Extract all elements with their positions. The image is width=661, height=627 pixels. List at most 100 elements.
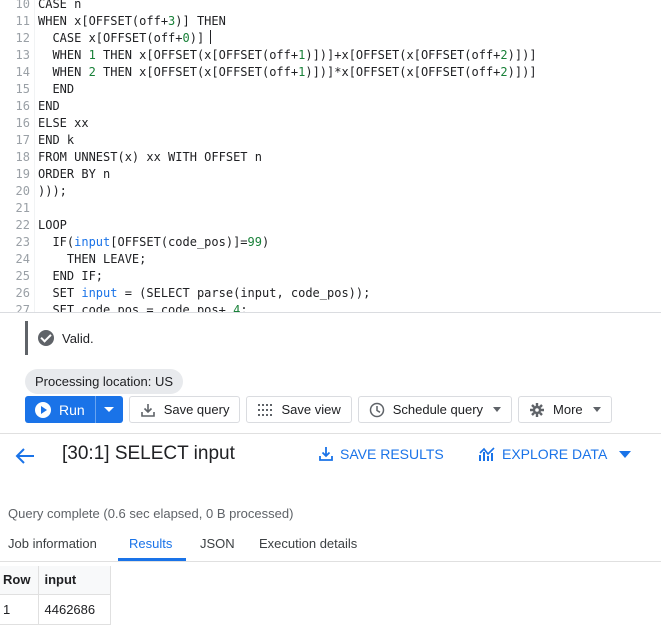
line-number: 23 [15, 235, 30, 249]
code-line: 27 SET code_pos = code_pos+ 4; [0, 302, 661, 312]
tabs-divider [0, 561, 661, 562]
code-line: 10 CASE n [0, 0, 661, 13]
save-query-label: Save query [163, 402, 230, 417]
chevron-down-icon [592, 407, 601, 412]
code-line: 14 WHEN 2 THEN x[OFFSET(x[OFFSET(off+1)]… [0, 64, 661, 81]
save-results-button[interactable]: SAVE RESULTS [318, 446, 444, 462]
editor-divider[interactable] [0, 312, 661, 313]
sql-editor[interactable]: 10 CASE n 11 WHEN x[OFFSET(off+3)] THEN 12 C… [0, 0, 661, 312]
column-header-row: Row [0, 566, 38, 595]
code-line: 25 END IF; [0, 268, 661, 285]
chevron-down-icon [104, 407, 115, 412]
table-header-row: Row input [0, 566, 111, 595]
code-text: ORDER BY n [38, 167, 111, 181]
code-line: 17 END k [0, 132, 661, 149]
row-number-cell: 1 [0, 594, 38, 625]
code-line: 15 END [0, 81, 661, 98]
validator-panel: Valid. [25, 321, 661, 355]
tab-job-information[interactable]: Job information [8, 536, 97, 551]
line-number: 20 [15, 184, 30, 198]
code-text: WHEN 1 THEN x[OFFSET(x[OFFSET(off+1)])]+… [38, 48, 537, 62]
clock-icon [369, 402, 385, 418]
more-button[interactable]: More [518, 396, 612, 423]
tab-results[interactable]: Results [129, 536, 172, 551]
line-number: 11 [15, 14, 30, 28]
save-icon [140, 402, 156, 418]
line-number: 15 [15, 82, 30, 96]
tab-execution-details[interactable]: Execution details [259, 536, 357, 551]
column-header-input: input [37, 566, 111, 595]
code-text: WHEN 2 THEN x[OFFSET(x[OFFSET(off+1)])]*… [38, 65, 537, 79]
save-results-label: SAVE RESULTS [340, 446, 444, 462]
line-number: 24 [15, 252, 30, 266]
run-options-dropdown[interactable] [94, 396, 123, 423]
code-text: END [38, 99, 60, 113]
line-number: 16 [15, 116, 30, 130]
code-text: IF(input[OFFSET(code_pos)]=99) [38, 235, 270, 249]
save-query-button[interactable]: Save query [128, 396, 241, 423]
processing-location-chip[interactable]: Processing location: US [25, 369, 184, 394]
code-text: THEN LEAVE; [38, 252, 147, 266]
code-text: CASE n [38, 0, 82, 11]
line-number: 22 [15, 218, 30, 232]
schedule-query-label: Schedule query [392, 402, 484, 417]
results-tabs: Job information Results JSON Execution d… [0, 532, 661, 562]
code-text: SET code_pos = code_pos+ 4; [38, 303, 248, 312]
line-number: 21 [15, 201, 30, 215]
code-line: 21 [0, 200, 661, 217]
line-number: 25 [15, 269, 30, 283]
line-number: 10 [15, 0, 30, 11]
code-line: 19 ORDER BY n [0, 166, 661, 183]
download-icon [319, 447, 333, 461]
run-button-group: Run [25, 396, 123, 423]
schedule-query-button[interactable]: Schedule query [357, 396, 513, 423]
query-toolbar: Run Save query Save view Schedule query … [25, 396, 612, 424]
explore-data-button[interactable]: EXPLORE DATA [478, 446, 632, 462]
code-text: CASE x[OFFSET(off+0)] [38, 30, 212, 47]
chart-icon [479, 447, 495, 461]
code-text: ))); [38, 184, 67, 198]
text-cursor [210, 30, 212, 44]
line-number: 13 [15, 48, 30, 62]
line-number: 26 [15, 286, 30, 300]
code-line: 16 ELSE xx [0, 115, 661, 132]
run-label: Run [59, 401, 85, 418]
query-status: Query complete (0.6 sec elapsed, 0 B pro… [8, 506, 294, 521]
table-row: 1 4462686 [0, 594, 111, 625]
code-text: ELSE xx [38, 116, 89, 130]
code-text: END k [38, 133, 75, 147]
run-button[interactable]: Run [25, 396, 95, 423]
code-text: WHEN x[OFFSET(off+3)] THEN [38, 14, 226, 28]
line-number: 17 [15, 133, 30, 147]
line-number: 19 [15, 167, 30, 181]
code-line: 20))); [0, 183, 661, 200]
code-line: 11 WHEN x[OFFSET(off+3)] THEN [0, 13, 661, 30]
input-value-cell[interactable]: 4462686 [37, 594, 111, 625]
code-line: 16 END [0, 98, 661, 115]
code-line: 12 CASE x[OFFSET(off+0)] [0, 30, 661, 47]
tab-json[interactable]: JSON [200, 536, 235, 551]
results-table: Row input 1 4462686 [0, 566, 111, 625]
more-label: More [553, 402, 583, 417]
check-circle-icon [38, 330, 54, 346]
section-divider [0, 433, 661, 434]
line-number: 16 [15, 99, 30, 113]
code-text: END IF; [38, 269, 104, 283]
chevron-down-icon [493, 407, 502, 412]
line-number: 18 [15, 150, 30, 164]
play-icon [35, 401, 51, 418]
view-grid-icon [257, 402, 273, 418]
code-line: 23 IF(input[OFFSET(code_pos)]=99) [0, 234, 661, 251]
line-number: 27 [15, 303, 30, 312]
chevron-down-icon [619, 450, 632, 458]
save-view-button[interactable]: Save view [246, 396, 352, 423]
job-title: [30:1] SELECT input [62, 443, 235, 464]
code-line: 13 WHEN 1 THEN x[OFFSET(x[OFFSET(off+1)]… [0, 47, 661, 64]
code-line: 22 LOOP [0, 217, 661, 234]
code-line: 18 FROM UNNEST(x) xx WITH OFFSET n [0, 149, 661, 166]
code-text: FROM UNNEST(x) xx WITH OFFSET n [38, 150, 262, 164]
validator-text: Valid. [62, 330, 94, 346]
back-arrow-icon[interactable] [12, 444, 38, 468]
code-line: 24 THEN LEAVE; [0, 251, 661, 268]
line-number: 14 [15, 65, 30, 79]
